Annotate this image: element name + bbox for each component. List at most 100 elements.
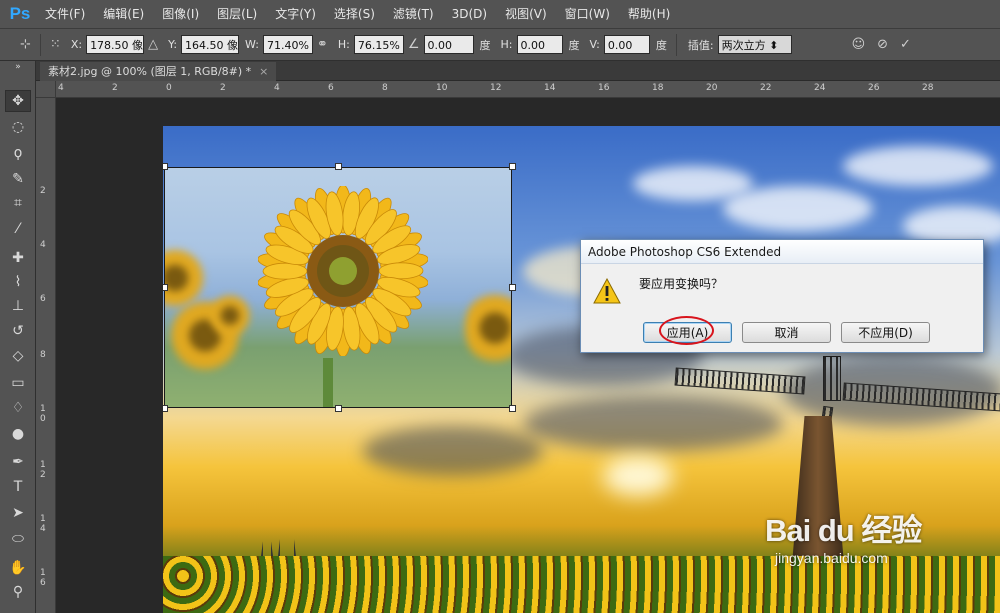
- options-bar: ⊹ ⁙ X: 178.50 像素 △ Y: 164.50 像素 W: 71.40…: [0, 28, 1000, 61]
- history-brush-icon[interactable]: ↺: [5, 320, 31, 342]
- vskew-input[interactable]: 0.00: [603, 35, 650, 54]
- vskew-label: V:: [589, 38, 600, 51]
- blur-tool-icon[interactable]: ♢: [5, 397, 31, 419]
- horizontal-ruler[interactable]: 4 2 0 2 4 6 8 10 12 14 16 18 20 22 24 26…: [56, 81, 1000, 98]
- document-tab[interactable]: 素材2.jpg @ 100% (图层 1, RGB/8#) * ×: [40, 62, 277, 81]
- dodge-tool-icon[interactable]: ●: [5, 423, 31, 445]
- cancel-transform-icon[interactable]: ⊘: [877, 37, 888, 52]
- brush-tool-icon[interactable]: ⌇: [5, 271, 31, 293]
- dialog-title: Adobe Photoshop CS6 Extended: [581, 240, 983, 264]
- watermark-url: jingyan.baidu.com: [775, 550, 888, 566]
- marquee-tool-icon[interactable]: ◌: [5, 116, 31, 138]
- height-input[interactable]: 76.15%: [353, 35, 404, 54]
- angle-icon: ∠: [407, 37, 420, 52]
- menu-help[interactable]: 帮助(H): [619, 0, 679, 28]
- collapse-icon[interactable]: »: [5, 61, 31, 73]
- clone-stamp-icon[interactable]: ⊥: [5, 295, 31, 317]
- ruler-tick: 2: [40, 186, 46, 196]
- sunflower-petal: [378, 262, 424, 280]
- x-label: X:: [70, 38, 83, 51]
- document-tab-bar: 素材2.jpg @ 100% (图层 1, RGB/8#) * ×: [36, 61, 1000, 81]
- ruler-origin[interactable]: [36, 81, 56, 98]
- hand-tool-icon[interactable]: ✋: [5, 557, 31, 579]
- menu-filter[interactable]: 滤镜(T): [384, 0, 443, 28]
- w-label: W:: [245, 38, 259, 51]
- quick-select-icon[interactable]: ✎: [5, 168, 31, 190]
- menu-file[interactable]: 文件(F): [36, 0, 94, 28]
- menu-window[interactable]: 窗口(W): [556, 0, 619, 28]
- menu-view[interactable]: 视图(V): [496, 0, 556, 28]
- angle-unit: 度: [479, 38, 491, 52]
- crop-tool-icon[interactable]: ⌗: [5, 192, 31, 214]
- ruler-tick: 4: [274, 83, 280, 93]
- dont-apply-button[interactable]: 不应用(D): [841, 322, 930, 343]
- interpolation-value: 两次立方: [721, 39, 766, 52]
- power-pylon: [261, 521, 273, 556]
- lasso-tool-icon[interactable]: ϙ: [5, 142, 31, 164]
- menu-image[interactable]: 图像(I): [153, 0, 208, 28]
- watermark-logo: Bai du 经验: [765, 513, 922, 548]
- angle-input[interactable]: 0.00: [423, 35, 474, 54]
- width-input[interactable]: 71.40%: [262, 35, 313, 54]
- pen-tool-icon[interactable]: ✒: [5, 451, 31, 473]
- photoshop-logo: Ps: [9, 4, 31, 23]
- y-input[interactable]: 164.50 像素: [181, 35, 240, 54]
- ruler-tick: 26: [868, 83, 880, 93]
- transform-handle[interactable]: [163, 163, 168, 170]
- shape-tool-icon[interactable]: ⬭: [5, 528, 31, 550]
- cloud: [723, 186, 873, 231]
- transform-handle[interactable]: [335, 405, 342, 412]
- move-tool-icon[interactable]: ✥: [5, 90, 31, 112]
- close-tab-icon[interactable]: ×: [259, 65, 268, 78]
- transform-handle[interactable]: [509, 163, 516, 170]
- ruler-tick: 6: [328, 83, 334, 93]
- type-tool-icon[interactable]: T: [5, 476, 31, 498]
- ruler-tick: 20: [706, 83, 718, 93]
- highlight-circle: [659, 316, 714, 345]
- transform-tool-icon[interactable]: ⊹: [20, 37, 31, 52]
- menu-layer[interactable]: 图层(L): [208, 0, 266, 28]
- menu-edit[interactable]: 编辑(E): [94, 0, 153, 28]
- vertical-ruler[interactable]: 2 4 6 8 1 0 1 2 1 4 1 6: [36, 98, 56, 613]
- menu-type[interactable]: 文字(Y): [266, 0, 325, 28]
- blurred-flower: [210, 293, 250, 338]
- apply-transform-dialog: Adobe Photoshop CS6 Extended 要应用变换吗？ 应用(…: [580, 239, 984, 353]
- gradient-tool-icon[interactable]: ▭: [5, 372, 31, 394]
- document-tab-title: 素材2.jpg @ 100% (图层 1, RGB/8#) *: [48, 65, 252, 78]
- ruler-tick: 22: [760, 83, 772, 93]
- ruler-tick: 1 4: [40, 514, 46, 534]
- zoom-tool-icon[interactable]: ⚲: [5, 581, 31, 603]
- h-label: H:: [337, 38, 350, 51]
- eyedropper-icon[interactable]: ⁄: [5, 218, 31, 240]
- path-select-icon[interactable]: ➤: [5, 502, 31, 524]
- ruler-tick: 18: [652, 83, 664, 93]
- x-input[interactable]: 178.50 像素: [86, 35, 145, 54]
- ruler-tick: 16: [598, 83, 610, 93]
- menu-bar: Ps 文件(F) 编辑(E) 图像(I) 图层(L) 文字(Y) 选择(S) 滤…: [0, 0, 1000, 28]
- menu-3d[interactable]: 3D(D): [443, 0, 496, 28]
- cloud: [363, 426, 543, 476]
- sunflower: [258, 186, 428, 356]
- delta-icon[interactable]: △: [148, 37, 158, 52]
- hskew-input[interactable]: 0.00: [516, 35, 563, 54]
- transform-handle[interactable]: [163, 405, 168, 412]
- interpolation-select[interactable]: 两次立方 ⬍: [717, 35, 792, 54]
- ruler-tick: 4: [40, 240, 46, 250]
- transform-handle[interactable]: [163, 284, 168, 291]
- transform-handle[interactable]: [509, 405, 516, 412]
- commit-transform-icon[interactable]: ✓: [900, 37, 911, 52]
- warp-mode-icon[interactable]: ☺: [852, 37, 866, 52]
- ruler-tick: 10: [436, 83, 448, 93]
- hskew-label: H:: [500, 38, 513, 51]
- menu-select[interactable]: 选择(S): [325, 0, 384, 28]
- transformed-layer[interactable]: [164, 167, 512, 408]
- vskew-unit: 度: [655, 38, 667, 52]
- eraser-tool-icon[interactable]: ◇: [5, 345, 31, 367]
- power-pylon: [278, 496, 296, 556]
- reference-point-icon[interactable]: ⁙: [50, 37, 61, 52]
- transform-handle[interactable]: [335, 163, 342, 170]
- transform-handle[interactable]: [509, 284, 516, 291]
- cancel-button[interactable]: 取消: [742, 322, 831, 343]
- healing-brush-icon[interactable]: ✚: [5, 247, 31, 269]
- link-icon[interactable]: ⚭: [317, 37, 328, 52]
